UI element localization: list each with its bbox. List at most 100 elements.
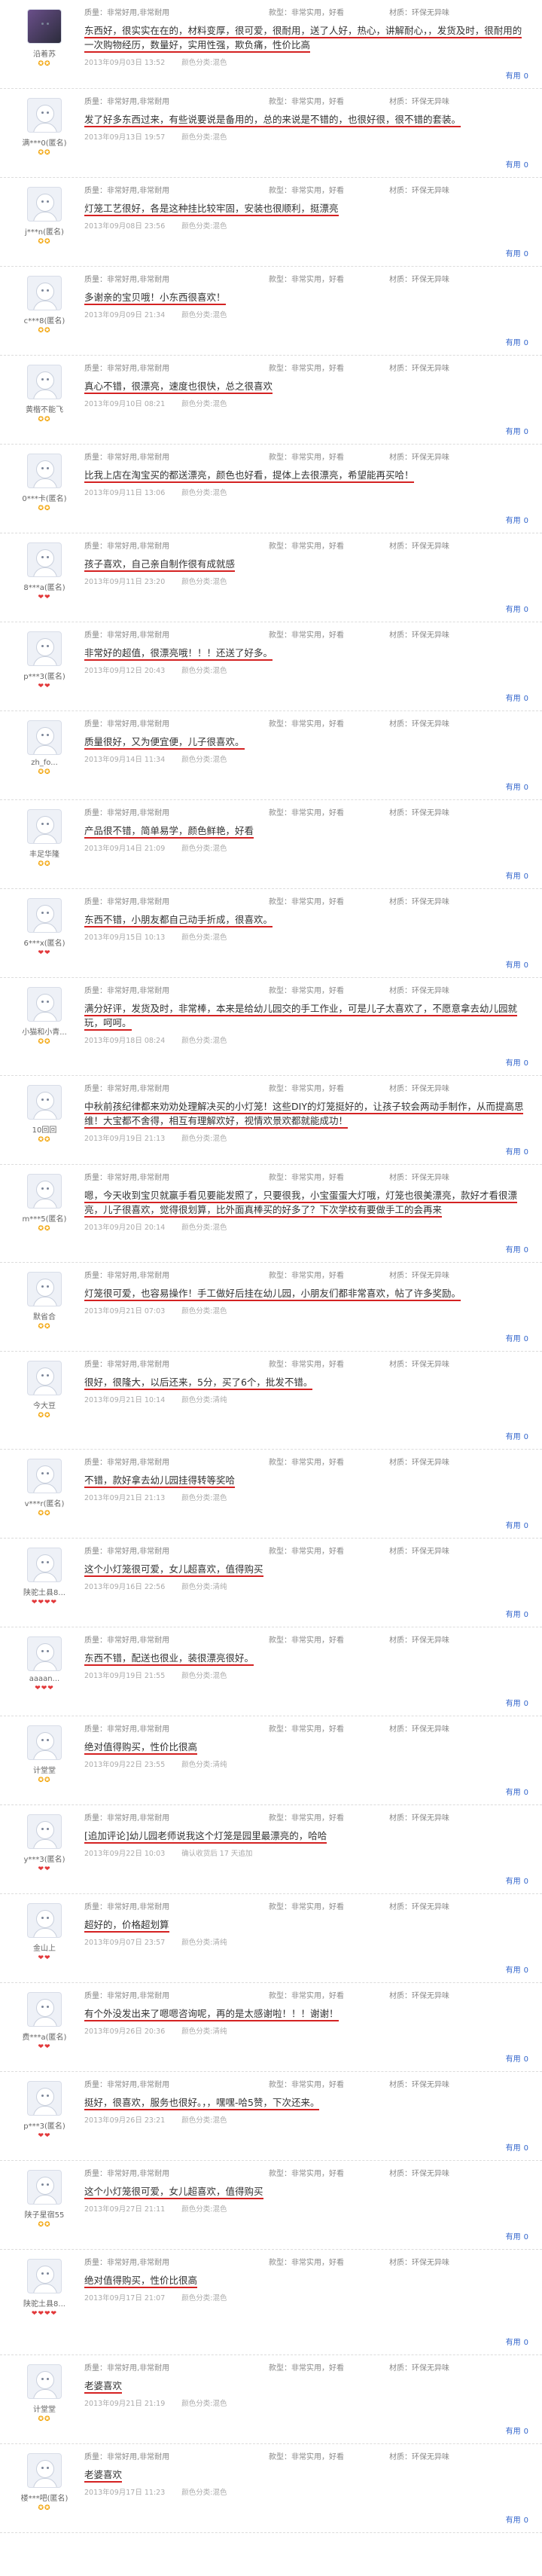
avatar[interactable] xyxy=(27,542,62,577)
review-footer: 2013年09月21日 07:03 颜色分类:混色 xyxy=(84,1305,528,1316)
reviewer-name[interactable]: 计堂堂 xyxy=(15,1764,74,1775)
useful-button[interactable]: 有用 0 xyxy=(506,869,528,881)
reviewer: 满***0(匿名) ✪✪ xyxy=(15,98,74,157)
reviewer-name[interactable]: 计堂堂 xyxy=(15,2403,74,2414)
useful-button[interactable]: 有用 0 xyxy=(506,514,528,525)
reviewer-name[interactable]: y***3(匿名) xyxy=(15,1853,74,1864)
useful-button[interactable]: 有用 0 xyxy=(506,781,528,792)
review-footer: 2013年09月03日 13:52 颜色分类:混色 xyxy=(84,57,528,67)
avatar[interactable] xyxy=(27,987,62,1022)
useful-button[interactable]: 有用 0 xyxy=(506,2336,528,2347)
review-meta: 质量：非常好用,非常耐用 款型：非常实用，好看 材质：环保无异味 xyxy=(84,1546,528,1557)
useful-button[interactable]: 有用 0 xyxy=(506,2052,528,2064)
review-meta: 质量：非常好用,非常耐用 款型：非常实用，好看 材质：环保无异味 xyxy=(84,2363,528,2374)
reviewer-name[interactable]: 陕驼土县8... xyxy=(15,1586,74,1597)
useful-button[interactable]: 有用 0 xyxy=(506,1145,528,1157)
meta-quality: 质量：非常好用,非常耐用 xyxy=(84,98,170,106)
avatar[interactable] xyxy=(27,1272,62,1306)
useful-button[interactable]: 有用 0 xyxy=(506,425,528,436)
avatar[interactable] xyxy=(27,187,62,222)
avatar[interactable] xyxy=(27,98,62,133)
reviewer-name[interactable]: 6***x(匿名) xyxy=(15,937,74,948)
avatar[interactable] xyxy=(27,276,62,310)
useful-button[interactable]: 有用 0 xyxy=(506,2425,528,2436)
avatar[interactable] xyxy=(27,1085,62,1120)
avatar[interactable] xyxy=(27,365,62,399)
avatar[interactable] xyxy=(27,1903,62,1938)
useful-button[interactable]: 有用 0 xyxy=(506,2230,528,2241)
review-footer: 2013年09月08日 23:56 颜色分类:混色 xyxy=(84,220,528,231)
avatar[interactable] xyxy=(27,1992,62,2027)
useful-button[interactable]: 有用 0 xyxy=(506,336,528,347)
reviewer-name[interactable]: aaaan... xyxy=(15,1675,74,1683)
useful-button[interactable]: 有用 0 xyxy=(506,692,528,703)
reviewer-name[interactable]: 丰足华隆 xyxy=(15,848,74,859)
avatar[interactable] xyxy=(27,2081,62,2116)
reviewer-name[interactable]: 黄楷不能飞 xyxy=(15,403,74,414)
avatar[interactable] xyxy=(27,2170,62,2205)
useful-button[interactable]: 有用 0 xyxy=(506,2141,528,2153)
avatar[interactable] xyxy=(27,9,62,44)
useful-button[interactable]: 有用 0 xyxy=(506,1697,528,1708)
reviewer-name[interactable]: zh_fo... xyxy=(15,759,74,767)
avatar[interactable] xyxy=(27,1459,62,1493)
reviewer-name[interactable]: 满***0(匿名) xyxy=(15,136,74,148)
avatar[interactable] xyxy=(27,2453,62,2488)
avatar[interactable] xyxy=(27,809,62,844)
useful-button[interactable]: 有用 0 xyxy=(506,1786,528,1797)
useful-button[interactable]: 有用 0 xyxy=(506,958,528,970)
avatar[interactable] xyxy=(27,2259,62,2293)
avatar-head-icon xyxy=(36,1181,54,1199)
useful-button[interactable]: 有用 0 xyxy=(506,1875,528,1886)
reviewer-name[interactable]: v***r(匿名) xyxy=(15,1497,74,1508)
reviewer-name[interactable]: 8***a(匿名) xyxy=(15,581,74,592)
avatar-head-icon xyxy=(36,2088,54,2106)
avatar[interactable] xyxy=(27,2364,62,2399)
useful-button[interactable]: 有用 0 xyxy=(506,1430,528,1441)
avatar[interactable] xyxy=(27,1361,62,1395)
review-text: 老婆喜欢 xyxy=(84,2468,525,2483)
avatar[interactable] xyxy=(27,1725,62,1760)
reviewer-name[interactable]: m***5(匿名) xyxy=(15,1212,74,1224)
useful-button[interactable]: 有用 0 xyxy=(506,1332,528,1343)
avatar-body-icon xyxy=(33,834,57,843)
useful-button[interactable]: 有用 0 xyxy=(506,158,528,170)
avatar[interactable] xyxy=(27,454,62,488)
reviewer-name[interactable]: p***3(匿名) xyxy=(15,2119,74,2131)
reviewer-name[interactable]: 沿着苏 xyxy=(15,47,74,59)
useful-button[interactable]: 有用 0 xyxy=(506,1519,528,1530)
reviewer-level-badge: ❤❤❤❤ xyxy=(31,1599,58,1606)
avatar[interactable] xyxy=(27,1814,62,1849)
avatar[interactable] xyxy=(27,1548,62,1582)
useful-button[interactable]: 有用 0 xyxy=(506,1608,528,1619)
reviewer-name[interactable]: 小猫和小青... xyxy=(15,1025,74,1037)
useful-button[interactable]: 有用 0 xyxy=(506,1963,528,1975)
reviewer-name[interactable]: p***3(匿名) xyxy=(15,670,74,681)
avatar[interactable] xyxy=(27,631,62,666)
useful-button[interactable]: 有用 0 xyxy=(506,603,528,614)
avatar[interactable] xyxy=(27,1174,62,1209)
review-item: 8***a(匿名) ❤❤ 质量：非常好用,非常耐用 款型：非常实用，好看 材质：… xyxy=(0,533,542,622)
reviewer-name[interactable]: 金山上 xyxy=(15,1942,74,1953)
useful-button[interactable]: 有用 0 xyxy=(506,2513,528,2525)
reviewer-name[interactable]: 今大豆 xyxy=(15,1399,74,1410)
useful-button[interactable]: 有用 0 xyxy=(506,1243,528,1254)
avatar[interactable] xyxy=(27,720,62,755)
review-footer: 2013年09月09日 21:34 颜色分类:混色 xyxy=(84,309,528,319)
reviewer-name[interactable]: c***8(匿名) xyxy=(15,314,74,325)
reviewer-name[interactable]: 0***卡(匿名) xyxy=(15,492,74,503)
reviewer-name[interactable]: 默省合 xyxy=(15,1310,74,1322)
avatar[interactable] xyxy=(27,898,62,933)
reviewer-name[interactable]: 陕驼土县8... xyxy=(15,2297,74,2309)
useful-button[interactable]: 有用 0 xyxy=(506,247,528,258)
useful-button[interactable]: 有用 0 xyxy=(506,1056,528,1068)
avatar[interactable] xyxy=(27,1636,62,1671)
reviewer-name[interactable]: 楼***吧(匿名) xyxy=(15,2492,74,2503)
reviewer-name[interactable]: 10回回 xyxy=(15,1123,74,1135)
reviewer-name[interactable]: 费***a(匿名) xyxy=(15,2031,74,2042)
review-body: 质量：非常好用,非常耐用 款型：非常实用，好看 材质：环保无异味 这个小灯笼很可… xyxy=(84,2168,528,2214)
reviewer-level-badge: ✪✪ xyxy=(38,1136,51,1144)
useful-button[interactable]: 有用 0 xyxy=(506,69,528,81)
reviewer-name[interactable]: 陕子星宿55 xyxy=(15,2208,74,2220)
reviewer-name[interactable]: j***n(匿名) xyxy=(15,225,74,237)
